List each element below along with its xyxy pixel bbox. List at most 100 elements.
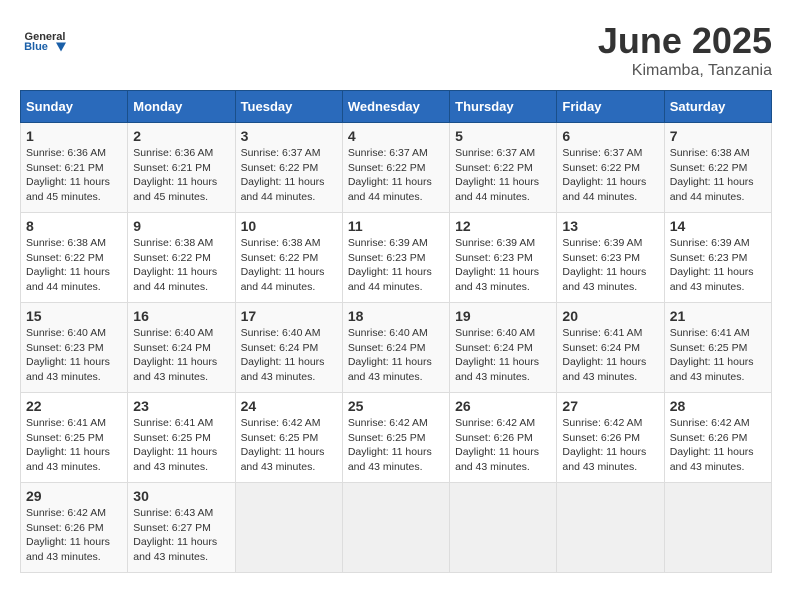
day-number: 11 (348, 218, 444, 234)
day-number: 9 (133, 218, 229, 234)
cell-info: Sunrise: 6:41 AM Sunset: 6:25 PM Dayligh… (670, 326, 766, 385)
location-subtitle: Kimamba, Tanzania (598, 62, 772, 80)
calendar-cell: 4 Sunrise: 6:37 AM Sunset: 6:22 PM Dayli… (342, 123, 449, 213)
cell-info: Sunrise: 6:41 AM Sunset: 6:25 PM Dayligh… (133, 416, 229, 475)
column-header-tuesday: Tuesday (235, 91, 342, 123)
column-header-saturday: Saturday (664, 91, 771, 123)
calendar-cell: 19 Sunrise: 6:40 AM Sunset: 6:24 PM Dayl… (450, 303, 557, 393)
day-number: 30 (133, 488, 229, 504)
day-number: 28 (670, 398, 766, 414)
page-header: General Blue June 2025 Kimamba, Tanzania (20, 20, 772, 80)
cell-info: Sunrise: 6:37 AM Sunset: 6:22 PM Dayligh… (562, 146, 658, 205)
day-number: 10 (241, 218, 337, 234)
cell-info: Sunrise: 6:37 AM Sunset: 6:22 PM Dayligh… (241, 146, 337, 205)
calendar-cell: 12 Sunrise: 6:39 AM Sunset: 6:23 PM Dayl… (450, 213, 557, 303)
calendar-cell: 17 Sunrise: 6:40 AM Sunset: 6:24 PM Dayl… (235, 303, 342, 393)
cell-info: Sunrise: 6:38 AM Sunset: 6:22 PM Dayligh… (670, 146, 766, 205)
day-number: 6 (562, 128, 658, 144)
calendar-cell: 11 Sunrise: 6:39 AM Sunset: 6:23 PM Dayl… (342, 213, 449, 303)
day-number: 27 (562, 398, 658, 414)
calendar-cell: 18 Sunrise: 6:40 AM Sunset: 6:24 PM Dayl… (342, 303, 449, 393)
day-number: 25 (348, 398, 444, 414)
day-number: 16 (133, 308, 229, 324)
day-number: 2 (133, 128, 229, 144)
calendar-cell: 25 Sunrise: 6:42 AM Sunset: 6:25 PM Dayl… (342, 393, 449, 483)
day-number: 21 (670, 308, 766, 324)
cell-info: Sunrise: 6:39 AM Sunset: 6:23 PM Dayligh… (455, 236, 551, 295)
cell-info: Sunrise: 6:41 AM Sunset: 6:24 PM Dayligh… (562, 326, 658, 385)
cell-info: Sunrise: 6:42 AM Sunset: 6:25 PM Dayligh… (241, 416, 337, 475)
cell-info: Sunrise: 6:38 AM Sunset: 6:22 PM Dayligh… (133, 236, 229, 295)
svg-text:Blue: Blue (24, 41, 48, 53)
cell-info: Sunrise: 6:41 AM Sunset: 6:25 PM Dayligh… (26, 416, 122, 475)
calendar-cell: 27 Sunrise: 6:42 AM Sunset: 6:26 PM Dayl… (557, 393, 664, 483)
day-number: 17 (241, 308, 337, 324)
month-year-title: June 2025 (598, 20, 772, 62)
title-block: June 2025 Kimamba, Tanzania (598, 20, 772, 80)
day-number: 23 (133, 398, 229, 414)
cell-info: Sunrise: 6:37 AM Sunset: 6:22 PM Dayligh… (455, 146, 551, 205)
day-number: 4 (348, 128, 444, 144)
calendar-cell: 14 Sunrise: 6:39 AM Sunset: 6:23 PM Dayl… (664, 213, 771, 303)
logo: General Blue (20, 20, 70, 65)
day-number: 1 (26, 128, 122, 144)
calendar-cell (235, 483, 342, 573)
calendar-cell (450, 483, 557, 573)
calendar-cell: 26 Sunrise: 6:42 AM Sunset: 6:26 PM Dayl… (450, 393, 557, 483)
calendar-cell: 22 Sunrise: 6:41 AM Sunset: 6:25 PM Dayl… (21, 393, 128, 483)
calendar-week-4: 22 Sunrise: 6:41 AM Sunset: 6:25 PM Dayl… (21, 393, 772, 483)
day-number: 5 (455, 128, 551, 144)
cell-info: Sunrise: 6:38 AM Sunset: 6:22 PM Dayligh… (26, 236, 122, 295)
calendar-cell: 5 Sunrise: 6:37 AM Sunset: 6:22 PM Dayli… (450, 123, 557, 213)
calendar-cell (664, 483, 771, 573)
cell-info: Sunrise: 6:42 AM Sunset: 6:26 PM Dayligh… (455, 416, 551, 475)
cell-info: Sunrise: 6:42 AM Sunset: 6:26 PM Dayligh… (26, 506, 122, 565)
calendar-cell: 29 Sunrise: 6:42 AM Sunset: 6:26 PM Dayl… (21, 483, 128, 573)
day-number: 14 (670, 218, 766, 234)
day-number: 20 (562, 308, 658, 324)
day-number: 7 (670, 128, 766, 144)
calendar-cell: 10 Sunrise: 6:38 AM Sunset: 6:22 PM Dayl… (235, 213, 342, 303)
logo-svg: General Blue (20, 20, 70, 65)
calendar-cell: 30 Sunrise: 6:43 AM Sunset: 6:27 PM Dayl… (128, 483, 235, 573)
cell-info: Sunrise: 6:40 AM Sunset: 6:24 PM Dayligh… (133, 326, 229, 385)
cell-info: Sunrise: 6:43 AM Sunset: 6:27 PM Dayligh… (133, 506, 229, 565)
day-number: 29 (26, 488, 122, 504)
cell-info: Sunrise: 6:39 AM Sunset: 6:23 PM Dayligh… (348, 236, 444, 295)
day-number: 13 (562, 218, 658, 234)
cell-info: Sunrise: 6:42 AM Sunset: 6:26 PM Dayligh… (670, 416, 766, 475)
calendar-cell (342, 483, 449, 573)
calendar-cell: 20 Sunrise: 6:41 AM Sunset: 6:24 PM Dayl… (557, 303, 664, 393)
cell-info: Sunrise: 6:39 AM Sunset: 6:23 PM Dayligh… (562, 236, 658, 295)
calendar-cell (557, 483, 664, 573)
cell-info: Sunrise: 6:36 AM Sunset: 6:21 PM Dayligh… (26, 146, 122, 205)
cell-info: Sunrise: 6:36 AM Sunset: 6:21 PM Dayligh… (133, 146, 229, 205)
calendar-week-5: 29 Sunrise: 6:42 AM Sunset: 6:26 PM Dayl… (21, 483, 772, 573)
day-number: 24 (241, 398, 337, 414)
day-number: 8 (26, 218, 122, 234)
calendar-cell: 2 Sunrise: 6:36 AM Sunset: 6:21 PM Dayli… (128, 123, 235, 213)
cell-info: Sunrise: 6:40 AM Sunset: 6:24 PM Dayligh… (348, 326, 444, 385)
calendar-week-2: 8 Sunrise: 6:38 AM Sunset: 6:22 PM Dayli… (21, 213, 772, 303)
calendar-cell: 6 Sunrise: 6:37 AM Sunset: 6:22 PM Dayli… (557, 123, 664, 213)
calendar-cell: 28 Sunrise: 6:42 AM Sunset: 6:26 PM Dayl… (664, 393, 771, 483)
day-number: 19 (455, 308, 551, 324)
day-number: 12 (455, 218, 551, 234)
column-header-friday: Friday (557, 91, 664, 123)
column-header-monday: Monday (128, 91, 235, 123)
cell-info: Sunrise: 6:40 AM Sunset: 6:24 PM Dayligh… (241, 326, 337, 385)
calendar-week-1: 1 Sunrise: 6:36 AM Sunset: 6:21 PM Dayli… (21, 123, 772, 213)
calendar-cell: 8 Sunrise: 6:38 AM Sunset: 6:22 PM Dayli… (21, 213, 128, 303)
day-number: 15 (26, 308, 122, 324)
day-number: 26 (455, 398, 551, 414)
calendar-cell: 13 Sunrise: 6:39 AM Sunset: 6:23 PM Dayl… (557, 213, 664, 303)
calendar-header-row: SundayMondayTuesdayWednesdayThursdayFrid… (21, 91, 772, 123)
cell-info: Sunrise: 6:42 AM Sunset: 6:26 PM Dayligh… (562, 416, 658, 475)
calendar-cell: 24 Sunrise: 6:42 AM Sunset: 6:25 PM Dayl… (235, 393, 342, 483)
cell-info: Sunrise: 6:38 AM Sunset: 6:22 PM Dayligh… (241, 236, 337, 295)
cell-info: Sunrise: 6:40 AM Sunset: 6:23 PM Dayligh… (26, 326, 122, 385)
cell-info: Sunrise: 6:40 AM Sunset: 6:24 PM Dayligh… (455, 326, 551, 385)
calendar-table: SundayMondayTuesdayWednesdayThursdayFrid… (20, 90, 772, 573)
cell-info: Sunrise: 6:42 AM Sunset: 6:25 PM Dayligh… (348, 416, 444, 475)
calendar-cell: 16 Sunrise: 6:40 AM Sunset: 6:24 PM Dayl… (128, 303, 235, 393)
